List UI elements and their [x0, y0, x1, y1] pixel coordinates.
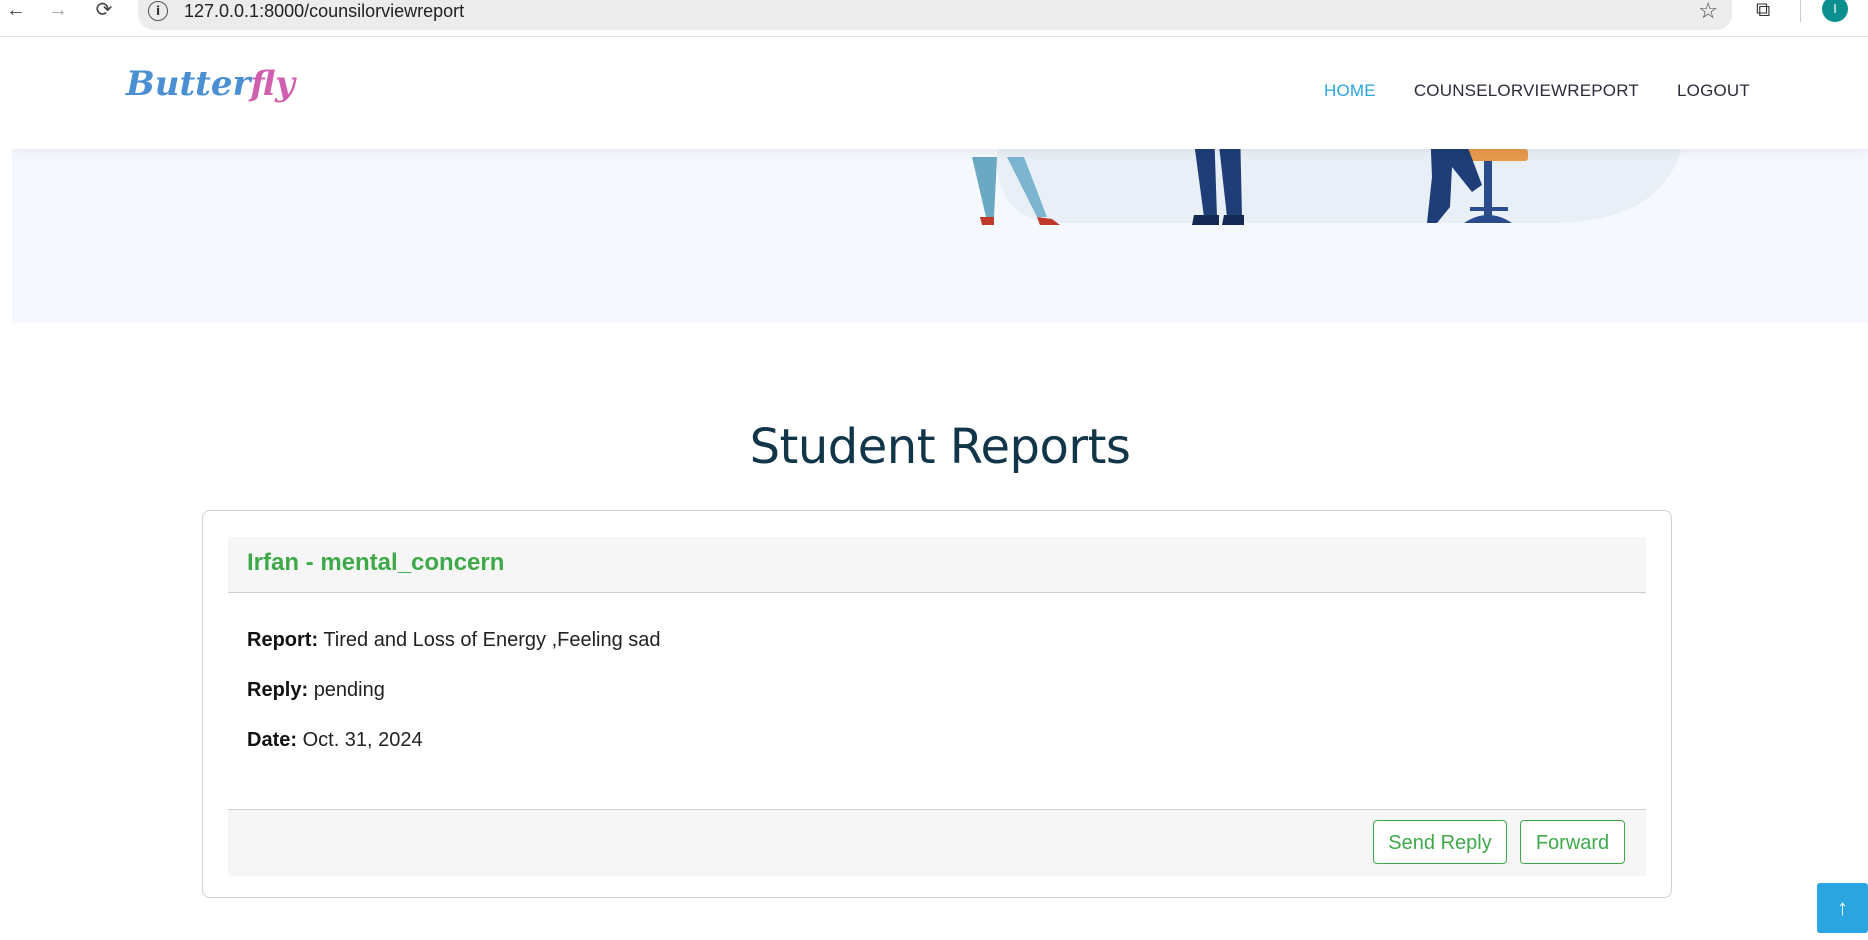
url-text[interactable]: 127.0.0.1:8000/counsilorviewreport [184, 0, 464, 22]
page-title: Student Reports [749, 419, 1131, 475]
bookmark-star-icon[interactable]: ☆ [1698, 0, 1718, 24]
reload-icon[interactable]: ⟳ [90, 0, 118, 24]
date-label: Date: [247, 729, 298, 751]
site-info-icon[interactable]: i [148, 1, 168, 21]
arrow-up-icon: ↑ [1837, 895, 1848, 920]
main-nav: HOME COUNSELORVIEWREPORT LOGOUT [1324, 81, 1750, 101]
browser-toolbar: ← → ⟳ i 127.0.0.1:8000/counsilorviewrepo… [0, 0, 1868, 37]
nav-home[interactable]: HOME [1324, 81, 1376, 101]
report-row: Report: Tired and Loss of Energy ,Feelin… [247, 629, 661, 652]
report-card-footer: Send Reply Forward [228, 809, 1646, 876]
send-reply-button[interactable]: Send Reply [1373, 820, 1507, 864]
back-to-top-button[interactable]: ↑ [1817, 883, 1868, 933]
back-icon[interactable]: ← [2, 0, 30, 24]
reply-label: Reply: [247, 679, 309, 701]
toolbar-divider [1800, 0, 1801, 22]
nav-counselorviewreport[interactable]: COUNSELORVIEWREPORT [1414, 81, 1639, 101]
site-header: Butterfly HOME COUNSELORVIEWREPORT LOGOU… [12, 37, 1868, 149]
date-row: Date: Oct. 31, 2024 [247, 729, 423, 752]
forward-button[interactable]: Forward [1520, 820, 1625, 864]
nav-logout[interactable]: LOGOUT [1677, 81, 1750, 101]
address-bar[interactable]: i 127.0.0.1:8000/counsilorviewreport ☆ [138, 0, 1732, 30]
reply-row: Reply: pending [247, 679, 385, 702]
forward-icon[interactable]: → [44, 0, 72, 24]
date-value: Oct. 31, 2024 [302, 729, 423, 751]
report-title: Irfan - mental_concern [247, 549, 505, 576]
report-card: Irfan - mental_concern Report: Tired and… [202, 510, 1672, 898]
report-value: Tired and Loss of Energy ,Feeling sad [323, 629, 661, 651]
reply-value: pending [313, 679, 385, 701]
page: Butterfly HOME COUNSELORVIEWREPORT LOGOU… [12, 37, 1868, 940]
report-label: Report: [247, 629, 319, 651]
profile-avatar[interactable]: I [1822, 0, 1848, 22]
extensions-icon[interactable]: ⧉ [1756, 0, 1778, 22]
report-card-header: Irfan - mental_concern [228, 537, 1646, 593]
butterfly-logo[interactable]: Butterfly [126, 61, 295, 107]
